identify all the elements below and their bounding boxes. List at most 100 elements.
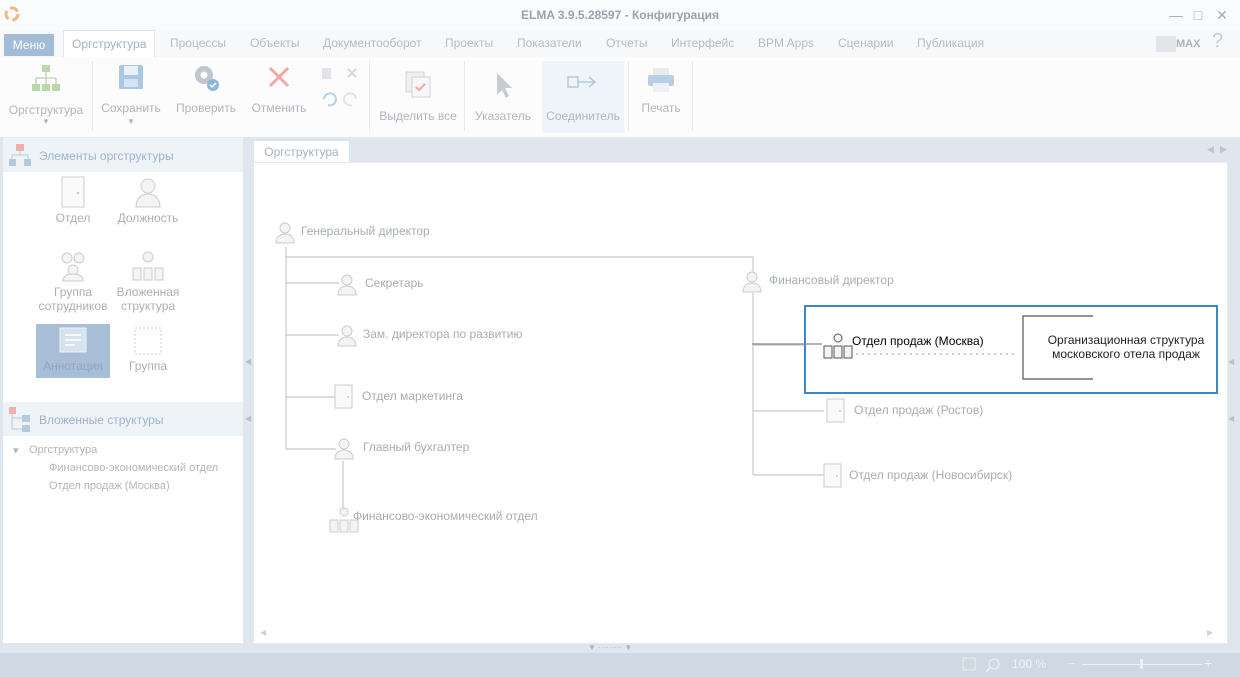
select-all-button[interactable]: Выделить все <box>374 57 462 133</box>
node-secretary[interactable]: Секретарь <box>365 276 424 290</box>
zoom-level: 100 % <box>1012 657 1047 671</box>
orgstructure-label: Оргструктура <box>8 103 84 117</box>
window-title: ELMA 3.9.5.28597 - Конфигурация <box>521 8 719 22</box>
left-splitter-arrow-icon[interactable]: ◀ <box>245 414 251 423</box>
tab-reports[interactable]: Отчеты <box>606 36 647 50</box>
nested-tree-icon <box>9 407 30 432</box>
tool-nested-label-1: Вложенная <box>116 285 180 299</box>
group-box-icon <box>134 327 162 355</box>
dropdown-arrow-icon: ▼ <box>127 117 135 126</box>
dropdown-arrow-icon: ▼ <box>42 117 50 126</box>
right-splitter-arrow-icon[interactable]: ◀ <box>1228 357 1234 366</box>
org-tree-icon <box>9 144 31 166</box>
orgstructure-ribbon-button[interactable]: Оргструктура ▼ <box>4 57 88 133</box>
close-icon[interactable]: ✕ <box>1212 5 1232 25</box>
tab-docflow[interactable]: Документооборот <box>323 36 422 50</box>
minimize-icon[interactable]: — <box>1166 5 1186 25</box>
person-icon <box>334 438 354 460</box>
tab-processes[interactable]: Процессы <box>170 36 226 50</box>
max-label[interactable]: MAX <box>1176 36 1202 52</box>
tree-root[interactable]: Оргструктура <box>29 444 97 456</box>
tree-item[interactable]: Финансово-экономический отдел <box>49 462 218 474</box>
print-button[interactable]: Печать <box>632 57 690 133</box>
pointer-button[interactable]: Указатель <box>468 57 538 133</box>
save-button[interactable]: Сохранить ▼ <box>96 57 166 133</box>
tab-scroll-right-icon[interactable]: ▶ <box>1220 144 1227 155</box>
right-splitter-arrow-icon[interactable]: ◀ <box>1228 414 1234 423</box>
left-panel: Элементы оргструктуры Отдел Должность Гр… <box>3 138 243 643</box>
nested-title: Вложенные структуры <box>39 413 164 427</box>
cursor-icon <box>497 73 512 98</box>
connector-line <box>752 343 822 345</box>
tool-group[interactable]: Группа <box>113 324 183 378</box>
department-icon <box>334 384 353 409</box>
tab-scroll-left-icon[interactable]: ◀ <box>1207 144 1214 155</box>
nested-section-header[interactable]: Вложенные структуры <box>3 402 243 436</box>
tab-indicators[interactable]: Показатели <box>517 36 582 50</box>
tab-objects[interactable]: Объекты <box>250 36 300 50</box>
tree-item[interactable]: Отдел продаж (Москва) <box>49 480 170 492</box>
connector-button[interactable]: Соединитель <box>542 61 624 133</box>
tab-interface[interactable]: Интерфейс <box>671 36 734 50</box>
check-button[interactable]: Проверить <box>170 57 242 133</box>
node-fin-econ-dept[interactable]: Финансово-экономический отдел <box>353 509 538 523</box>
select-all-label: Выделить все <box>379 109 457 123</box>
menu-button[interactable]: Меню <box>4 34 54 56</box>
annotation-text[interactable]: Организационная структура московского от… <box>1041 333 1211 361</box>
zoom-out-icon[interactable]: − <box>1068 656 1076 671</box>
elements-section-header[interactable]: Элементы оргструктуры <box>3 138 243 172</box>
tool-department[interactable]: Отдел <box>43 176 103 226</box>
document-tab-orgstructure[interactable]: Оргструктура <box>253 140 350 163</box>
node-financial-director[interactable]: Финансовый директор <box>769 273 894 287</box>
node-general-director[interactable]: Генеральный директор <box>301 224 430 238</box>
group-people-icon <box>61 252 85 282</box>
node-sales-moscow[interactable]: Отдел продаж (Москва) <box>852 334 984 348</box>
tab-scenarios[interactable]: Сценарии <box>838 36 893 50</box>
tool-annotation[interactable]: Аннотация <box>36 324 110 378</box>
select-all-icon <box>405 71 431 98</box>
node-deputy-director[interactable]: Зам. директора по развитию <box>363 327 523 341</box>
check-label: Проверить <box>175 101 236 115</box>
node-sales-rostov[interactable]: Отдел продаж (Ростов) <box>854 403 983 417</box>
ribbon-toolbar: Оргструктура ▼ Сохранить ▼ Проверить Отм… <box>0 57 1240 138</box>
annotation-icon <box>59 327 87 353</box>
org-tree-icon <box>32 65 60 91</box>
department-icon <box>823 463 842 488</box>
left-splitter-arrow-icon[interactable]: ◀ <box>245 357 251 366</box>
person-icon <box>337 325 357 347</box>
scroll-left-icon[interactable]: ◀ <box>260 628 266 637</box>
person-icon <box>275 222 295 244</box>
annotation-line-1: Организационная структура <box>1047 333 1205 347</box>
bottom-splitter-icon[interactable]: ▼ ········· ▼ <box>588 643 632 652</box>
tree-expand-icon[interactable]: ▾ <box>13 444 19 457</box>
department-icon <box>61 176 85 208</box>
person-icon <box>135 178 161 208</box>
zoom-in-icon[interactable]: + <box>1204 655 1212 671</box>
tab-bpm-apps[interactable]: BPM Apps <box>758 36 814 50</box>
tool-position-label: Должность <box>117 211 179 225</box>
connector-icon <box>567 76 597 88</box>
gear-check-icon <box>195 66 219 91</box>
zoom-slider-thumb[interactable] <box>1140 659 1143 669</box>
maximize-icon[interactable]: □ <box>1188 5 1208 25</box>
tab-projects[interactable]: Проекты <box>445 36 493 50</box>
scroll-right-icon[interactable]: ▶ <box>1207 628 1213 637</box>
save-label: Сохранить <box>101 101 161 115</box>
node-chief-accountant[interactable]: Главный бухгалтер <box>363 440 469 454</box>
person-icon <box>337 274 357 296</box>
help-icon[interactable]: ? <box>1212 30 1223 53</box>
tab-publication[interactable]: Публикация <box>917 36 984 50</box>
tool-position[interactable]: Должность <box>113 176 183 226</box>
tool-nested-structure[interactable]: Вложенная структура <box>113 250 183 314</box>
node-marketing[interactable]: Отдел маркетинга <box>362 389 463 403</box>
person-icon <box>742 271 762 293</box>
tool-employee-group[interactable]: Группа сотрудников <box>37 250 109 314</box>
grid-zoom-icons[interactable] <box>962 657 1002 673</box>
edit-small-tools[interactable] <box>318 65 364 111</box>
max-toggle-icon[interactable] <box>1156 36 1176 52</box>
cancel-button[interactable]: Отменить <box>246 57 312 133</box>
node-sales-novosibirsk[interactable]: Отдел продаж (Новосибирск) <box>849 468 1012 482</box>
status-bar: 100 % − + <box>0 653 1240 677</box>
tab-orgstructure[interactable]: Оргструктура <box>63 30 156 58</box>
printer-icon <box>648 68 674 92</box>
